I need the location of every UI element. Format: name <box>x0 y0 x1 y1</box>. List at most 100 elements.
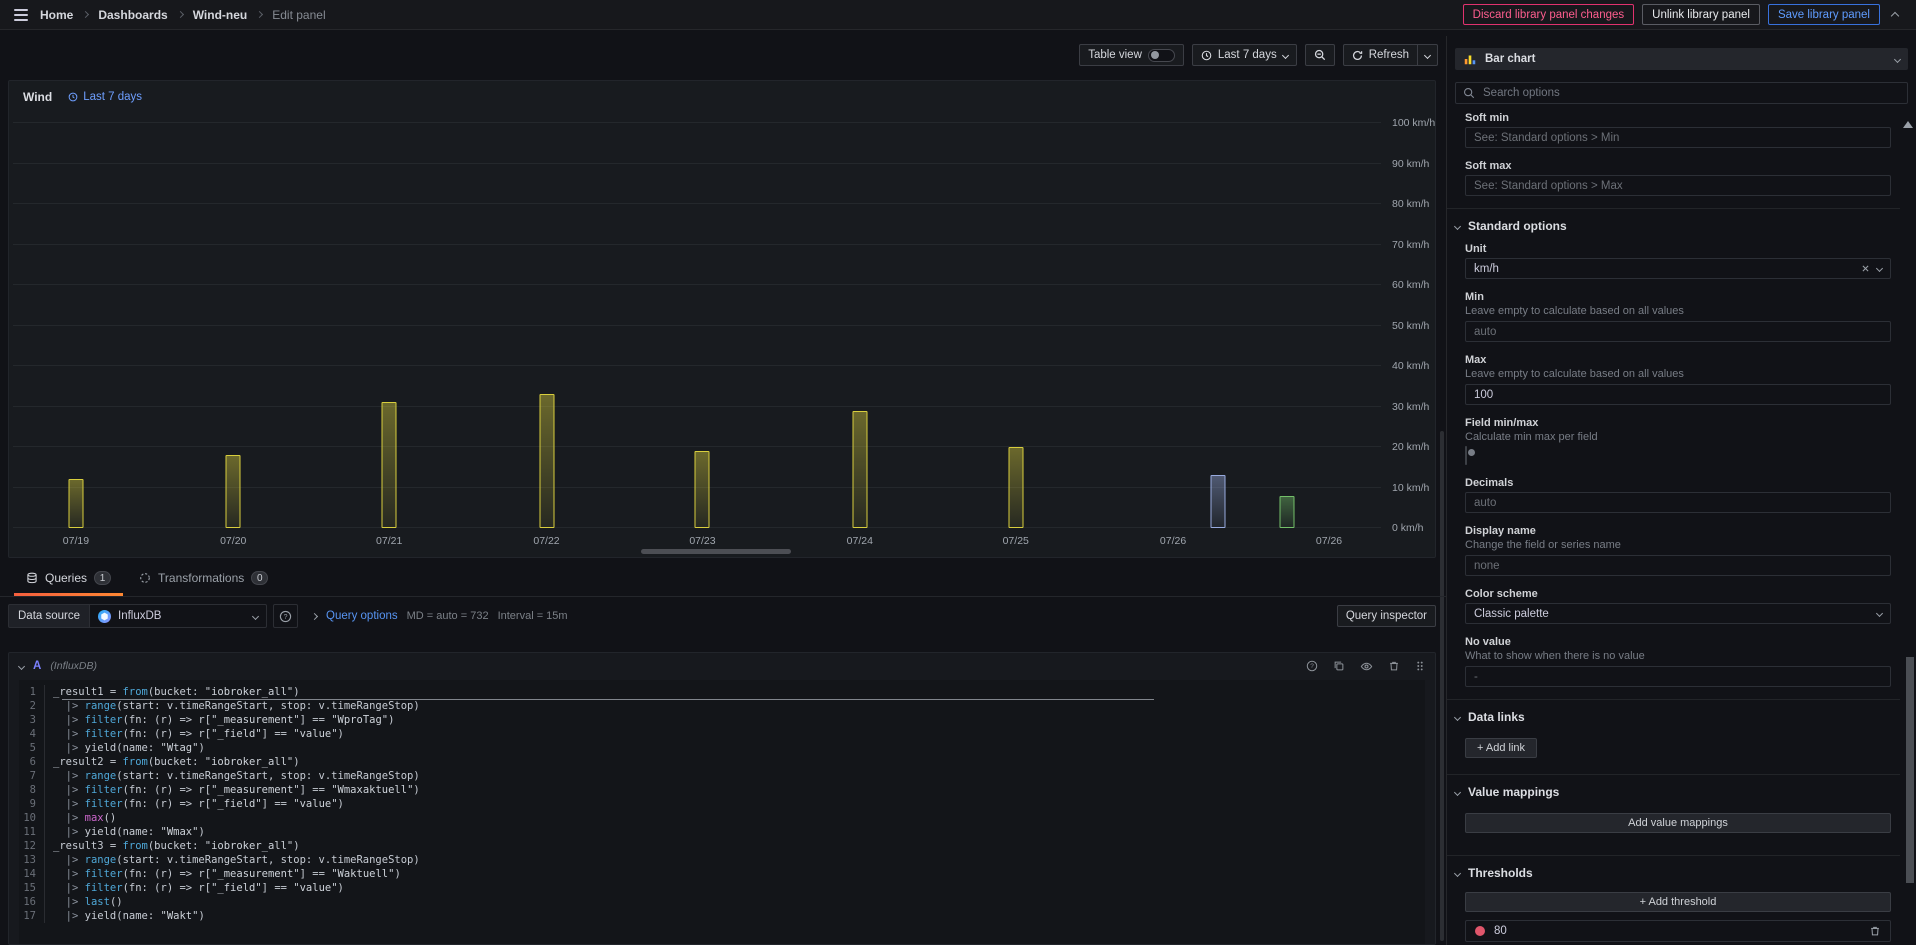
drag-handle-icon[interactable] <box>1415 660 1425 672</box>
table-view-switch[interactable] <box>1147 48 1175 62</box>
delete-threshold-button[interactable] <box>1869 925 1881 937</box>
bar-Wtag[interactable] <box>694 451 710 528</box>
hamburger-menu-icon[interactable] <box>14 8 28 21</box>
soft-max-input[interactable] <box>1474 179 1882 192</box>
x-axis-tick-label: 07/24 <box>846 535 873 547</box>
color-scheme-select[interactable]: Classic palette <box>1465 603 1891 624</box>
query-ref-id[interactable]: A <box>33 660 41 672</box>
chevron-down-icon[interactable] <box>1875 264 1884 273</box>
code-line[interactable]: 17 |> yield(name: "Wakt") <box>19 909 1425 923</box>
zoom-out-button[interactable] <box>1304 44 1335 66</box>
options-search[interactable] <box>1455 82 1908 104</box>
breadcrumb-home[interactable]: Home <box>40 8 73 22</box>
bar-Wmax[interactable] <box>1210 475 1226 528</box>
add-threshold-button[interactable]: + Add threshold <box>1465 892 1891 912</box>
clear-unit-icon[interactable] <box>1861 264 1870 273</box>
line-number: 2 <box>19 699 45 713</box>
collapse-query-icon[interactable] <box>17 662 26 670</box>
datasource-select[interactable]: InfluxDB <box>89 604 268 628</box>
value-mappings-header[interactable]: Value mappings <box>1453 785 1891 799</box>
unlink-library-panel-button[interactable]: Unlink library panel <box>1642 4 1760 25</box>
code-line[interactable]: 16 |> last() <box>19 895 1425 909</box>
query-options-meta: MD = auto = 732 <box>406 610 489 622</box>
bar-Wtag[interactable] <box>539 394 555 528</box>
display-name-input[interactable] <box>1474 559 1882 572</box>
hide-query-button[interactable] <box>1360 660 1373 673</box>
code-line[interactable]: 15 |> filter(fn: (r) => r["_field"] == "… <box>19 881 1425 895</box>
add-value-mappings-button[interactable]: Add value mappings <box>1465 813 1891 833</box>
options-search-input[interactable] <box>1481 86 1900 100</box>
transformations-count-badge: 0 <box>251 571 269 585</box>
duplicate-query-button[interactable] <box>1333 660 1345 672</box>
table-view-toggle[interactable]: Table view <box>1079 44 1184 66</box>
standard-options-header[interactable]: Standard options <box>1453 219 1891 233</box>
code-line[interactable]: 12 _result3 = from(bucket: "iobroker_all"… <box>19 839 1425 853</box>
code-line[interactable]: 3 |> filter(fn: (r) => r["_measurement"]… <box>19 713 1425 727</box>
bar-Wtag[interactable] <box>225 455 241 528</box>
bar-Wtag[interactable] <box>1008 447 1024 528</box>
x-axis-tick-label: 07/26 <box>1159 535 1187 547</box>
code-line[interactable]: 8 |> filter(fn: (r) => r["_measurement"]… <box>19 783 1425 797</box>
bar-chart[interactable]: 0 km/h 10 km/h 20 km/h 30 km/h 40 km/h 50 km/… <box>13 117 1435 547</box>
breadcrumb-dashboard-name[interactable]: Wind-neu <box>193 8 248 22</box>
field-minmax-toggle[interactable] <box>1465 446 1475 465</box>
wind-panel: Wind Last 7 days 0 km/h 10 km/h 20 km/h 30 … <box>8 80 1436 558</box>
chevron-right-icon[interactable] <box>310 612 319 620</box>
code-line[interactable]: 13 |> range(start: v.timeRangeStart, sto… <box>19 853 1425 867</box>
bar-Wtag[interactable] <box>381 402 397 528</box>
refresh-interval-dropdown[interactable] <box>1418 44 1438 66</box>
code-line[interactable]: 2 |> range(start: v.timeRangeStart, stop… <box>19 699 1425 713</box>
query-help-button[interactable]: ? <box>1306 660 1318 672</box>
tab-transformations[interactable]: Transformations 0 <box>125 560 282 596</box>
decimals-input[interactable] <box>1474 496 1882 509</box>
horizontal-scrollbar-thumb[interactable] <box>641 549 791 554</box>
visualization-picker[interactable]: Bar chart <box>1455 48 1908 70</box>
thresholds-header[interactable]: Thresholds <box>1453 866 1891 880</box>
soft-min-field: Soft min <box>1465 112 1891 148</box>
left-pane-scrollbar-thumb[interactable] <box>1440 431 1444 941</box>
code-line[interactable]: 1 _result1 = from(bucket: "iobroker_all") <box>19 685 1425 699</box>
field-minmax-field: Field min/max Calculate min max per fiel… <box>1465 417 1891 465</box>
max-input[interactable] <box>1474 388 1882 401</box>
add-link-button[interactable]: + Add link <box>1465 738 1538 758</box>
code-line[interactable]: 5 |> yield(name: "Wtag") <box>19 741 1425 755</box>
panel-time-tag[interactable]: Last 7 days <box>68 91 142 103</box>
no-value-input[interactable] <box>1474 670 1882 683</box>
chevron-up-icon[interactable] <box>1888 6 1902 24</box>
datasource-help-button[interactable]: ? <box>273 604 299 628</box>
discard-library-panel-button[interactable]: Discard library panel changes <box>1462 4 1635 25</box>
query-inspector-button[interactable]: Query inspector <box>1336 605 1436 627</box>
soft-min-input[interactable] <box>1474 131 1882 144</box>
min-input[interactable] <box>1474 325 1882 338</box>
refresh-split-button: Refresh <box>1342 44 1438 66</box>
time-range-picker[interactable]: Last 7 days <box>1191 44 1297 66</box>
line-number: 1 <box>19 685 45 699</box>
code-line[interactable]: 9 |> filter(fn: (r) => r["_field"] == "v… <box>19 797 1425 811</box>
delete-query-button[interactable] <box>1388 660 1400 672</box>
tab-queries[interactable]: Queries 1 <box>12 560 125 596</box>
sidebar-scrollbar-thumb[interactable] <box>1906 657 1914 883</box>
breadcrumb-dashboards[interactable]: Dashboards <box>98 8 167 22</box>
y-axis-tick-label: 30 km/h <box>1392 400 1430 413</box>
bar-Wakt[interactable] <box>1279 495 1295 528</box>
x-axis-tick-label: 07/25 <box>1002 535 1029 547</box>
code-line[interactable]: 6 _result2 = from(bucket: "iobroker_all") <box>19 755 1425 769</box>
code-line[interactable]: 14 |> filter(fn: (r) => r["_measurement"… <box>19 867 1425 881</box>
bar-Wtag[interactable] <box>852 410 868 528</box>
code-line[interactable]: 11 |> yield(name: "Wmax") <box>19 825 1425 839</box>
data-links-header[interactable]: Data links <box>1453 710 1891 724</box>
code-line[interactable]: 10 |> max() <box>19 811 1425 825</box>
flux-query-editor[interactable]: 1 _result1 = from(bucket: "iobroker_all")… <box>19 680 1425 944</box>
code-line[interactable]: 4 |> filter(fn: (r) => r["_field"] == "v… <box>19 727 1425 741</box>
unit-input[interactable] <box>1474 262 1854 275</box>
threshold-value[interactable]: 80 <box>1494 925 1860 937</box>
code-line[interactable]: 7 |> range(start: v.timeRangeStart, stop… <box>19 769 1425 783</box>
threshold-color-dot[interactable] <box>1475 926 1485 936</box>
query-options-link[interactable]: Query options <box>326 610 398 622</box>
refresh-button[interactable]: Refresh <box>1342 44 1418 66</box>
bar-chart-icon <box>1464 55 1476 65</box>
bar-Wtag[interactable] <box>68 479 84 528</box>
scrollbar-up-arrow[interactable] <box>1903 121 1913 128</box>
save-library-panel-button[interactable]: Save library panel <box>1767 4 1880 25</box>
svg-text:?: ? <box>284 613 288 620</box>
